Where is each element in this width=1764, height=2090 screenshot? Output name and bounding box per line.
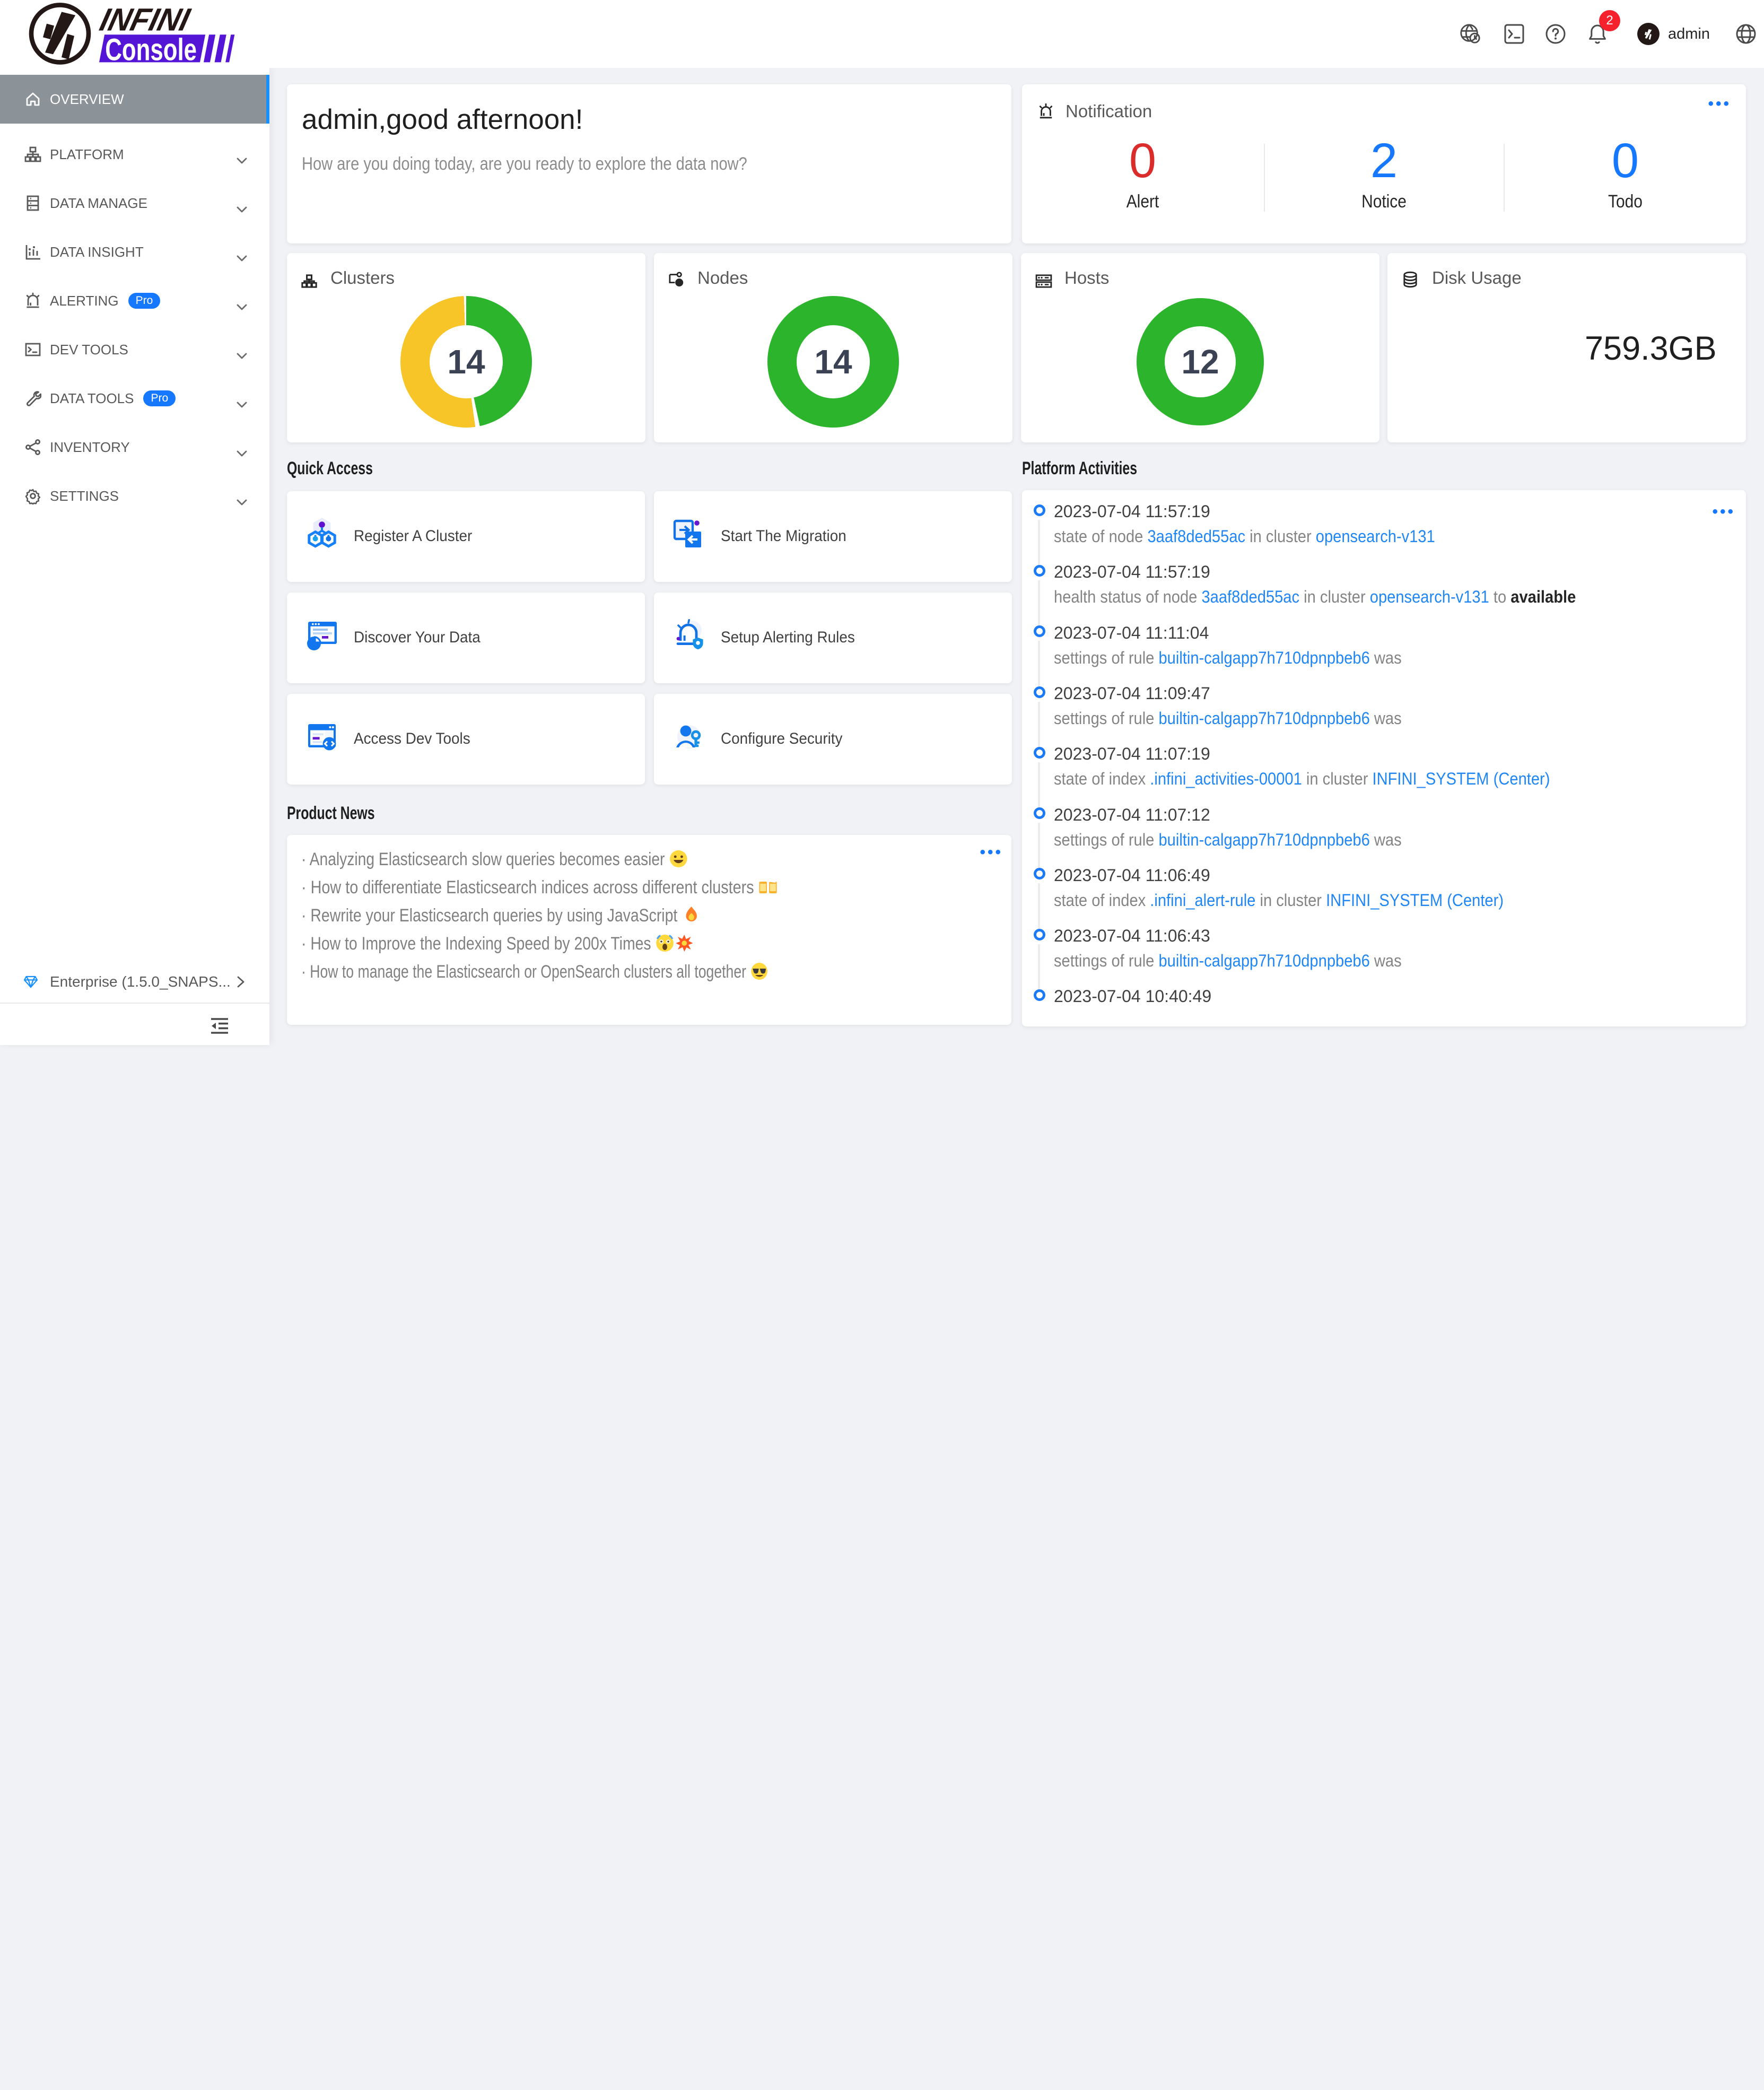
- svg-text:Console: Console: [105, 32, 197, 67]
